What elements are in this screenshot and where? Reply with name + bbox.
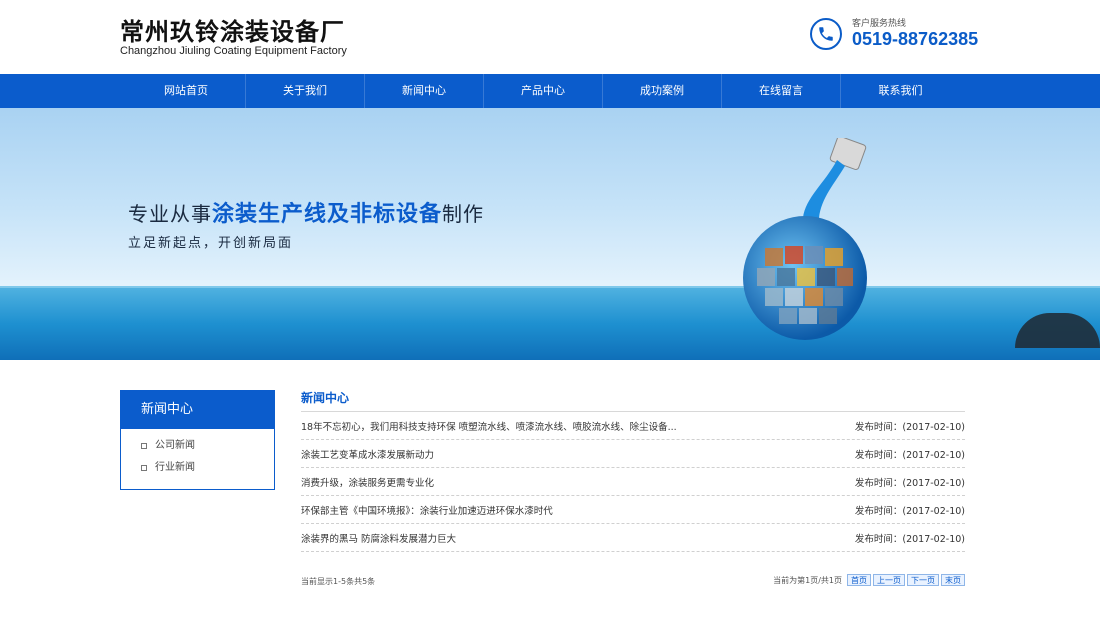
nav-item-contact[interactable]: 联系我们 xyxy=(841,74,960,108)
banner-title-post: 制作 xyxy=(442,202,485,226)
header: 常州玖铃涂装设备厂 Changzhou Jiuling Coating Equi… xyxy=(0,0,1100,74)
news-title-link[interactable]: 环保部主管《中国环境报》：涂装行业加速迈进环保水漆时代 xyxy=(301,503,553,517)
banner-title-highlight: 涂装生产线及非标设备 xyxy=(212,202,443,227)
nav-list: 网站首页 关于我们 新闻中心 产品中心 成功案例 在线留言 联系我们 xyxy=(127,74,960,108)
last-page-button[interactable]: 末页 xyxy=(941,574,965,586)
news-row: 涂装界的黑马 防腐涂料发展潜力巨大 发布时间：(2017-02-10) xyxy=(301,524,965,552)
news-row: 18年不忘初心，我们用科技支持环保 喷塑流水线、喷漆流水线、喷胶流水线、除尘设备… xyxy=(301,412,965,440)
sidebar-item-label: 公司新闻 xyxy=(155,440,195,451)
next-page-button[interactable]: 下一页 xyxy=(907,574,939,586)
nav-item-products[interactable]: 产品中心 xyxy=(484,74,603,108)
square-bullet-icon xyxy=(141,465,147,471)
hotline-number: 0519-88762385 xyxy=(852,29,979,49)
sidebar-list: 公司新闻 行业新闻 xyxy=(121,429,274,479)
nav-item-news[interactable]: 新闻中心 xyxy=(365,74,484,108)
hero-banner: 专业从事涂装生产线及非标设备制作 立足新起点，开创新局面 xyxy=(0,108,1100,360)
sidebar-item-company-news[interactable]: 公司新闻 xyxy=(141,435,274,457)
hotline-label: 客户服务热线 xyxy=(852,19,907,29)
news-date: 发布时间：(2017-02-10) xyxy=(854,533,965,545)
banner-title: 专业从事涂装生产线及非标设备制作 xyxy=(128,196,484,228)
pagination: 当前显示1-5条共5条 当前为第1页/共1页 首页 上一页 下一页 末页 xyxy=(301,574,965,588)
news-row: 涂装工艺变革成水漆发展新动力 发布时间：(2017-02-10) xyxy=(301,440,965,468)
news-date: 发布时间：(2017-02-10) xyxy=(854,505,965,517)
nav-item-about[interactable]: 关于我们 xyxy=(246,74,365,108)
phone-glyph-icon xyxy=(819,27,833,41)
news-date: 发布时间：(2017-02-10) xyxy=(854,449,965,461)
nav-item-cases[interactable]: 成功案例 xyxy=(603,74,722,108)
news-title-link[interactable]: 18年不忘初心，我们用科技支持环保 喷塑流水线、喷漆流水线、喷胶流水线、除尘设备… xyxy=(301,419,677,433)
sidebar-title: 新闻中心 xyxy=(121,391,274,429)
news-title-link[interactable]: 消费升级，涂装服务更需专业化 xyxy=(301,475,434,489)
sidebar-item-label: 行业新闻 xyxy=(155,462,195,473)
square-bullet-icon xyxy=(141,443,147,449)
news-row: 消费升级，涂装服务更需专业化 发布时间：(2017-02-10) xyxy=(301,468,965,496)
news-title-link[interactable]: 涂装工艺变革成水漆发展新动力 xyxy=(301,447,434,461)
logo-chinese-name[interactable]: 常州玖铃涂装设备厂 xyxy=(120,12,345,47)
pagination-page-info: 当前为第1页/共1页 xyxy=(773,575,842,585)
main-nav: 网站首页 关于我们 新闻中心 产品中心 成功案例 在线留言 联系我们 xyxy=(0,74,1100,108)
logo-english-name: Changzhou Jiuling Coating Equipment Fact… xyxy=(120,45,347,57)
pagination-summary: 当前显示1-5条共5条 xyxy=(301,577,376,586)
phone-icon xyxy=(810,18,842,50)
first-page-button[interactable]: 首页 xyxy=(847,574,871,586)
nav-item-message[interactable]: 在线留言 xyxy=(722,74,841,108)
banner-subtitle: 立足新起点，开创新局面 xyxy=(128,236,294,251)
paint-drop-globe-image xyxy=(743,138,867,340)
sea-background xyxy=(0,288,1100,360)
sidebar-item-industry-news[interactable]: 行业新闻 xyxy=(141,457,274,479)
news-title-link[interactable]: 涂装界的黑马 防腐涂料发展潜力巨大 xyxy=(301,531,456,545)
news-date: 发布时间：(2017-02-10) xyxy=(854,477,965,489)
prev-page-button[interactable]: 上一页 xyxy=(873,574,905,586)
pagination-controls: 当前为第1页/共1页 首页 上一页 下一页 末页 xyxy=(773,574,965,586)
news-date: 发布时间：(2017-02-10) xyxy=(854,421,965,433)
sidebar: 新闻中心 公司新闻 行业新闻 xyxy=(120,390,275,490)
news-row: 环保部主管《中国环境报》：涂装行业加速迈进环保水漆时代 发布时间：(2017-0… xyxy=(301,496,965,524)
nav-item-home[interactable]: 网站首页 xyxy=(127,74,246,108)
banner-title-pre: 专业从事 xyxy=(128,202,212,226)
news-section-title: 新闻中心 xyxy=(301,390,965,412)
news-main: 新闻中心 18年不忘初心，我们用科技支持环保 喷塑流水线、喷漆流水线、喷胶流水线… xyxy=(301,390,965,552)
